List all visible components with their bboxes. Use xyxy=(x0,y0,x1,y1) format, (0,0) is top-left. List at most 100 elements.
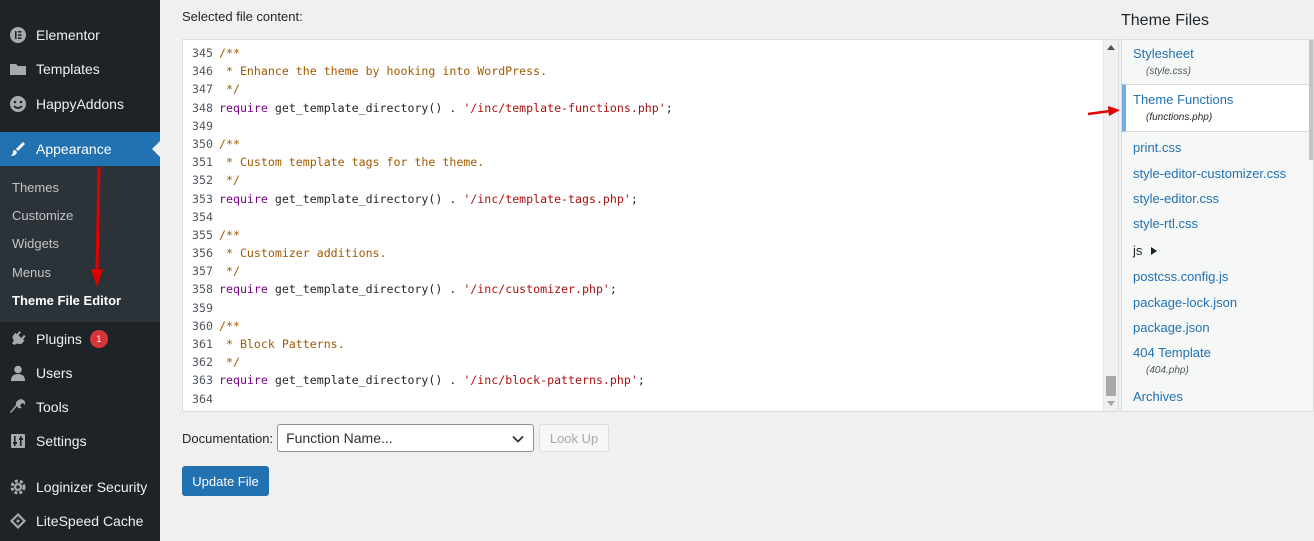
file-style-editor-customizer-css[interactable]: style-editor-customizer.css xyxy=(1133,166,1286,181)
submenu-menus[interactable]: Menus xyxy=(12,265,51,280)
code-line: 354 xyxy=(183,208,673,226)
theme-files-list: Stylesheet (style.css) Theme Functions (… xyxy=(1121,39,1314,412)
submenu-customize[interactable]: Customize xyxy=(12,208,73,223)
code-lines: 345 /** 346 * Enhance the theme by hooking… xyxy=(183,44,673,408)
line-code: /** xyxy=(219,136,240,151)
file-postcss-config-js[interactable]: postcss.config.js xyxy=(1133,269,1228,284)
file-package-lock-json[interactable]: package-lock.json xyxy=(1133,295,1237,310)
selected-file-label: Selected file content: xyxy=(182,9,303,24)
file-style-editor-css[interactable]: style-editor.css xyxy=(1133,191,1219,206)
submenu-theme-file-editor[interactable]: Theme File Editor xyxy=(12,293,121,308)
line-code: */ xyxy=(219,264,240,279)
code-line: 360 /** xyxy=(183,317,673,335)
happy-icon xyxy=(8,94,28,114)
line-number: 351 xyxy=(192,155,213,170)
file-package-json[interactable]: package.json xyxy=(1133,320,1210,335)
file-404-template[interactable]: 404 Template xyxy=(1133,345,1211,360)
line-number: 345 xyxy=(192,46,213,60)
documentation-label: Documentation: xyxy=(182,430,274,446)
line-code: * Customizer additions. xyxy=(219,246,387,261)
scroll-down-icon[interactable] xyxy=(1107,401,1115,406)
sidebar-item-plugins[interactable]: Plugins 1 xyxy=(0,322,160,356)
sidebar-item-label: Users xyxy=(36,365,73,381)
plugin-icon xyxy=(8,329,28,349)
folder-js-label: js xyxy=(1133,243,1143,258)
file-style-rtl-css[interactable]: style-rtl.css xyxy=(1133,216,1198,231)
line-code: * Enhance the theme by hooking into Word… xyxy=(219,64,548,79)
appearance-submenu: Themes Customize Widgets Menus Theme Fil… xyxy=(0,166,160,322)
line-code: */ xyxy=(219,82,240,97)
chevron-down-icon xyxy=(511,432,525,449)
sidebar-item-templates[interactable]: Templates xyxy=(0,52,160,86)
function-name-select-value: Function Name... xyxy=(286,430,393,446)
folder-js[interactable]: js xyxy=(1133,243,1159,258)
plugins-update-badge: 1 xyxy=(89,330,108,348)
file-archives[interactable]: Archives xyxy=(1133,389,1183,404)
sidebar-item-users[interactable]: Users xyxy=(0,356,160,390)
line-number: 350 xyxy=(192,136,213,151)
line-number: 347 xyxy=(192,82,213,97)
code-line: 350 /** xyxy=(183,135,673,153)
line-code: require get_template_directory() . '/inc… xyxy=(219,373,645,388)
line-number: 362 xyxy=(192,355,213,370)
code-line: 349 xyxy=(183,117,673,135)
sidebar-item-label: HappyAddons xyxy=(36,96,124,112)
theme-files-scrollbar[interactable] xyxy=(1309,40,1313,160)
sidebar-item-settings[interactable]: Settings xyxy=(0,424,160,458)
documentation-row: Documentation: Function Name... Look Up xyxy=(182,424,610,452)
file-print-css[interactable]: print.css xyxy=(1133,140,1181,155)
scroll-thumb[interactable] xyxy=(1106,376,1116,396)
submenu-widgets[interactable]: Widgets xyxy=(12,236,59,251)
sidebar-item-label: Plugins xyxy=(36,331,82,347)
look-up-button[interactable]: Look Up xyxy=(539,424,610,452)
sidebar-item-elementor[interactable]: Elementor xyxy=(0,18,160,52)
line-number: 363 xyxy=(192,373,213,388)
line-number: 358 xyxy=(192,282,213,297)
user-icon xyxy=(8,363,28,383)
elementor-icon xyxy=(8,25,28,45)
file-stylesheet[interactable]: Stylesheet xyxy=(1133,46,1194,61)
function-name-select[interactable]: Function Name... xyxy=(277,424,535,452)
file-theme-functions[interactable]: Theme Functions xyxy=(1133,92,1233,107)
line-code: */ xyxy=(219,173,240,188)
line-code: * Block Patterns. xyxy=(219,337,345,351)
update-file-button[interactable]: Update File xyxy=(182,466,269,496)
caret-right-icon xyxy=(1151,246,1158,255)
scroll-up-icon[interactable] xyxy=(1107,45,1115,50)
code-editor[interactable]: 345 /** 346 * Enhance the theme by hooking… xyxy=(182,39,1119,412)
code-line: 364 xyxy=(183,390,673,408)
sidebar-item-happyaddons[interactable]: HappyAddons xyxy=(0,87,160,121)
line-number: 356 xyxy=(192,246,213,261)
code-line: 346 * Enhance the theme by hooking into … xyxy=(183,62,673,80)
line-code: require get_template_directory() . '/inc… xyxy=(219,191,638,206)
line-number: 355 xyxy=(192,227,213,242)
code-line: 345 /** xyxy=(183,44,673,62)
line-number: 354 xyxy=(192,209,213,224)
line-number: 348 xyxy=(192,100,213,115)
settings-icon xyxy=(8,431,28,451)
line-code: */ xyxy=(219,355,240,370)
paintbrush-icon xyxy=(8,139,28,159)
line-code: /** xyxy=(219,227,240,242)
admin-sidebar: Elementor Templates HappyAddons Appearan… xyxy=(0,0,160,541)
editor-scrollbar[interactable] xyxy=(1103,40,1118,411)
code-line: 358 require get_template_directory() . '/… xyxy=(183,280,673,298)
sidebar-item-label: Elementor xyxy=(36,27,100,43)
line-number: 364 xyxy=(192,391,213,406)
line-code: require get_template_directory() . '/inc… xyxy=(219,282,617,297)
code-line: 357 */ xyxy=(183,262,673,280)
sidebar-item-loginizer[interactable]: Loginizer Security xyxy=(0,470,160,504)
code-line: 363 require get_template_directory() . '/… xyxy=(183,371,673,389)
line-number: 352 xyxy=(192,173,213,188)
sidebar-item-tools[interactable]: Tools xyxy=(0,390,160,424)
sidebar-item-label: LiteSpeed Cache xyxy=(36,513,144,529)
theme-files-title: Theme Files xyxy=(1121,12,1210,29)
sidebar-item-appearance[interactable]: Appearance xyxy=(0,132,160,166)
folder-icon xyxy=(8,59,28,79)
line-number: 359 xyxy=(192,300,213,315)
submenu-themes[interactable]: Themes xyxy=(12,180,59,195)
sidebar-item-litespeed[interactable]: LiteSpeed Cache xyxy=(0,504,160,538)
code-line: 347 */ xyxy=(183,80,673,98)
code-line: 351 * Custom template tags for the theme… xyxy=(183,153,673,171)
